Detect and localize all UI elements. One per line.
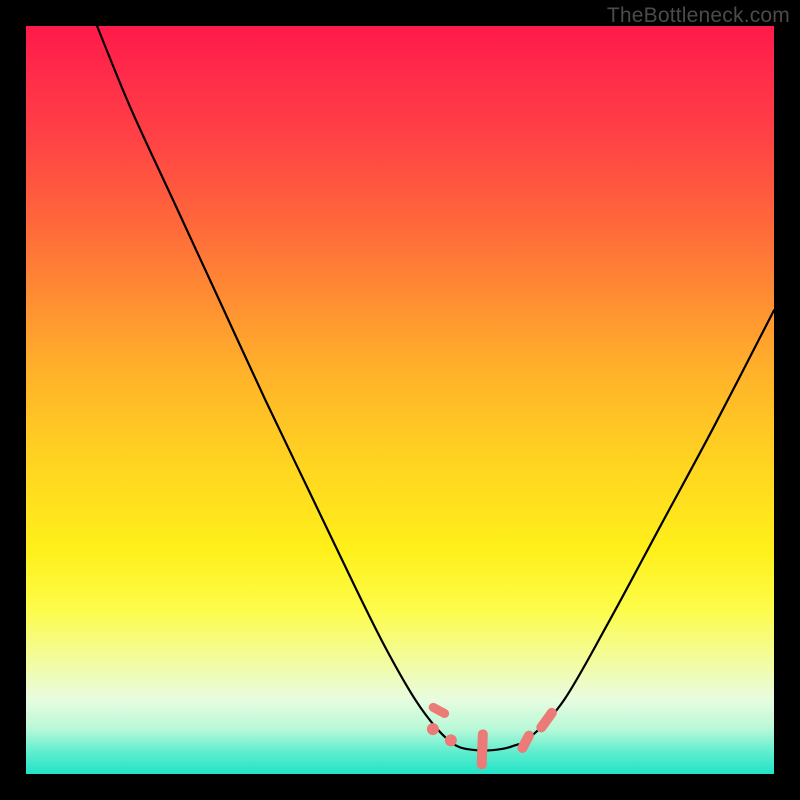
markers-group <box>427 701 559 769</box>
bottleneck-curve <box>97 26 774 751</box>
curve-group <box>97 26 774 751</box>
chart-svg <box>26 26 774 774</box>
marker-lozenge <box>534 706 559 735</box>
chart-frame: TheBottleneck.com <box>0 0 800 800</box>
plot-area <box>26 26 774 774</box>
marker-lozenge <box>477 729 488 769</box>
marker-lozenge <box>427 701 451 719</box>
marker-dot <box>427 723 439 735</box>
marker-lozenge <box>516 729 536 755</box>
watermark-text: TheBottleneck.com <box>607 4 790 28</box>
marker-dot <box>445 734 457 746</box>
